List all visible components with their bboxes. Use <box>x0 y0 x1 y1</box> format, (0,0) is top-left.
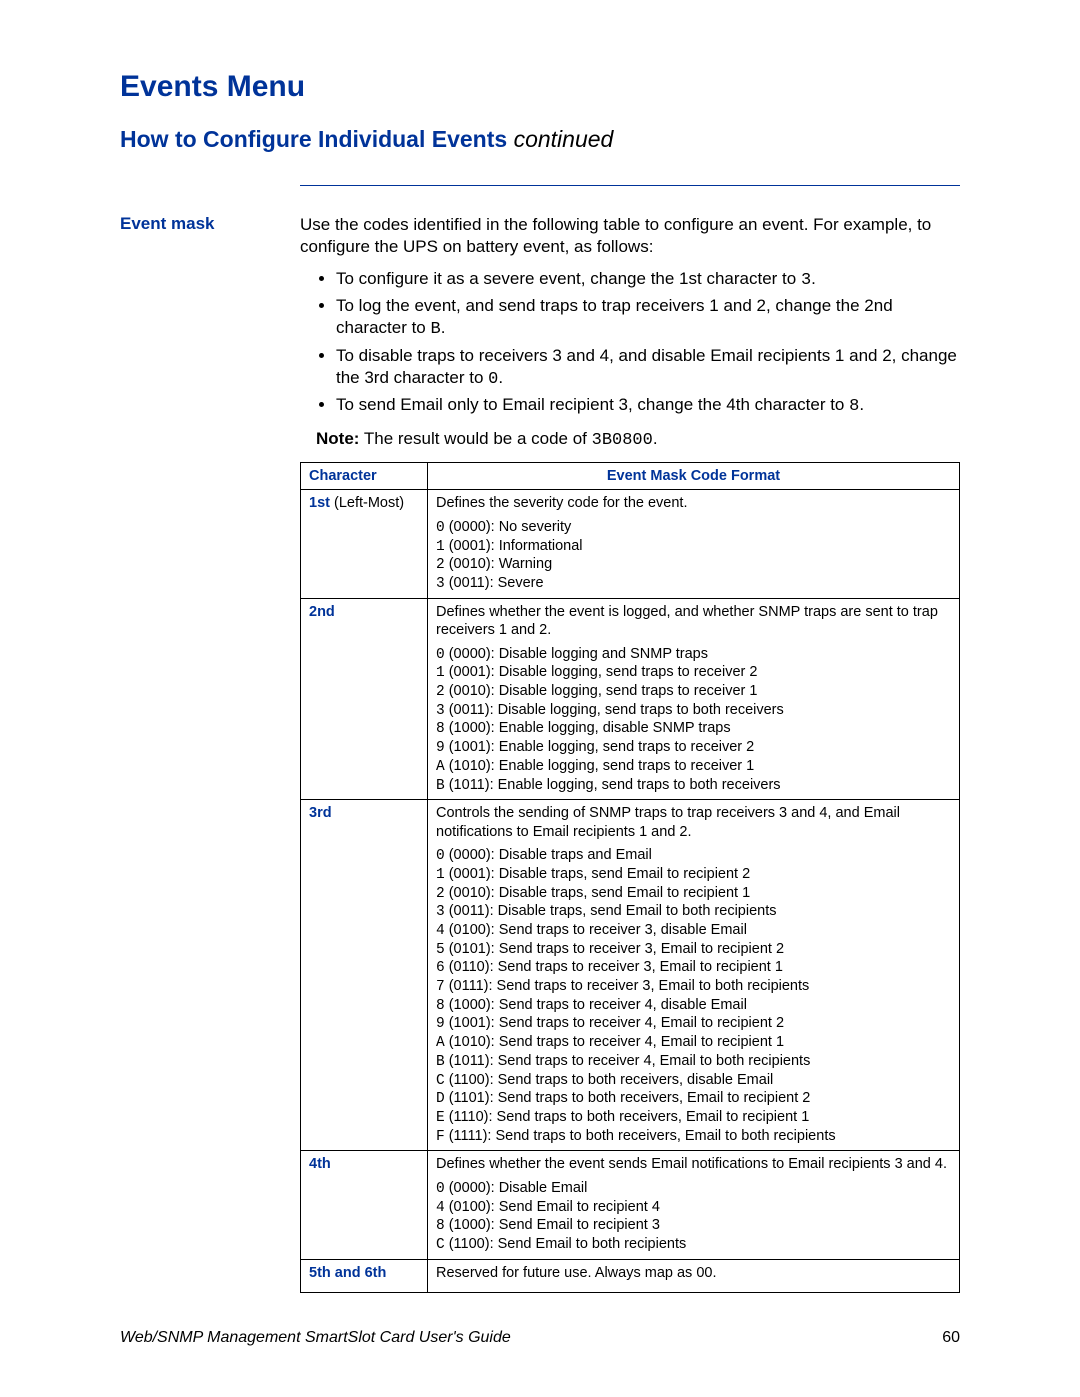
footer-title: Web/SNMP Management SmartSlot Card User'… <box>120 1329 511 1347</box>
table-row: 2ndDefines whether the event is logged, … <box>301 598 960 800</box>
list-item: To disable traps to receivers 3 and 4, a… <box>336 345 960 391</box>
table-row: 3rdControls the sending of SNMP traps to… <box>301 800 960 1151</box>
section-title: How to Configure Individual Events conti… <box>120 126 960 153</box>
table-row: 1st (Left-Most)Defines the severity code… <box>301 490 960 598</box>
note-line: Note: The result would be a code of 3B08… <box>316 428 960 452</box>
table-row: 4thDefines whether the event sends Email… <box>301 1151 960 1259</box>
list-item: To send Email only to Email recipient 3,… <box>336 394 960 418</box>
note-post: . <box>653 429 658 448</box>
note-code: 3B0800 <box>592 431 653 450</box>
divider <box>300 185 960 186</box>
section-title-text: How to Configure Individual Events <box>120 126 507 152</box>
col-header-character: Character <box>301 462 428 490</box>
page-number: 60 <box>942 1329 960 1347</box>
margin-label: Event mask <box>120 214 300 1293</box>
note-pre: The result would be a code of <box>359 429 591 448</box>
intro-paragraph: Use the codes identified in the followin… <box>300 214 960 258</box>
table-row: 5th and 6thReserved for future use. Alwa… <box>301 1259 960 1293</box>
bullet-list: To configure it as a severe event, chang… <box>300 268 960 419</box>
list-item: To log the event, and send traps to trap… <box>336 295 960 341</box>
list-item: To configure it as a severe event, chang… <box>336 268 960 292</box>
section-continued: continued <box>514 126 614 152</box>
page-title: Events Menu <box>120 70 960 104</box>
event-mask-table: Character Event Mask Code Format 1st (Le… <box>300 462 960 1293</box>
col-header-format: Event Mask Code Format <box>428 462 960 490</box>
note-label: Note: <box>316 429 359 448</box>
